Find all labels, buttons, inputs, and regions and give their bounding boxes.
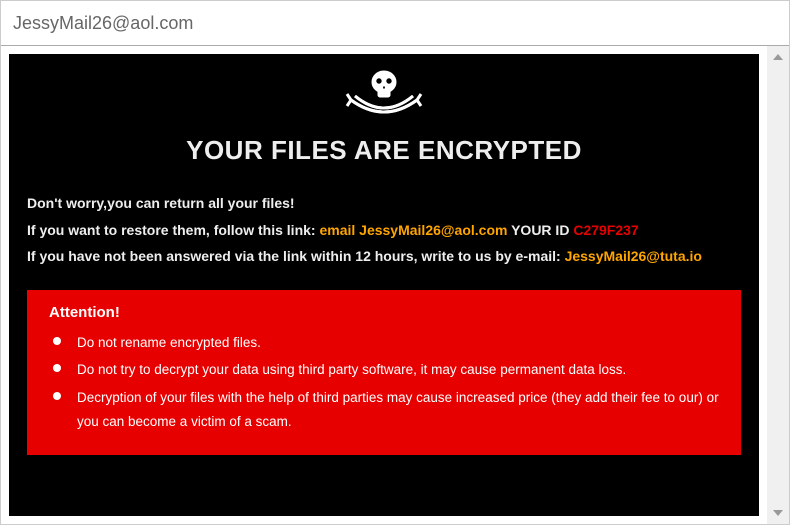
ransom-note-panel: YOUR FILES ARE ENCRYPTED Don't worry,you… [9, 54, 759, 516]
pirate-skull-icon [27, 66, 741, 129]
info-line-2: If you want to restore them, follow this… [27, 217, 741, 244]
contact-email-2: JessyMail26@tuta.io [565, 248, 702, 264]
vertical-scrollbar[interactable] [767, 46, 789, 524]
attention-list: Do not rename encrypted files. Do not tr… [49, 331, 721, 434]
window-title: JessyMail26@aol.com [13, 13, 193, 34]
list-item: Decryption of your files with the help o… [49, 386, 721, 433]
content-area: YOUR FILES ARE ENCRYPTED Don't worry,you… [1, 46, 767, 524]
info-line-1: Don't worry,you can return all your file… [27, 190, 741, 217]
window-titlebar: JessyMail26@aol.com [1, 1, 789, 46]
info-line-3-prefix: If you have not been answered via the li… [27, 248, 565, 264]
headline-text: YOUR FILES ARE ENCRYPTED [27, 135, 741, 166]
scroll-down-icon[interactable] [767, 502, 789, 524]
contact-email-1: email JessyMail26@aol.com [319, 222, 507, 238]
attention-box: Attention! Do not rename encrypted files… [27, 290, 741, 456]
info-line-3: If you have not been answered via the li… [27, 243, 741, 270]
scroll-up-icon[interactable] [767, 46, 789, 68]
info-block: Don't worry,you can return all your file… [27, 190, 741, 270]
attention-title: Attention! [49, 304, 721, 321]
your-id-label: YOUR ID [507, 222, 573, 238]
list-item: Do not rename encrypted files. [49, 331, 721, 355]
list-item: Do not try to decrypt your data using th… [49, 358, 721, 382]
info-line-2-prefix: If you want to restore them, follow this… [27, 222, 319, 238]
victim-id: C279F237 [573, 222, 638, 238]
